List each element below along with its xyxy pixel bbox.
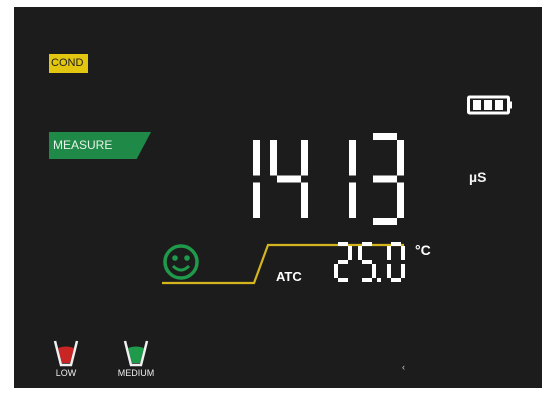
temperature-display <box>334 242 405 282</box>
meter-display: COND MEASURE µS ATC °C LOW MEDIUM ‹ <box>14 7 542 388</box>
beaker-low-icon <box>53 340 79 367</box>
mode-badge: COND <box>49 54 88 73</box>
digit-3 <box>373 133 404 225</box>
digit-1 <box>349 140 356 218</box>
digit-2 <box>334 242 352 282</box>
main-reading-display <box>253 133 404 225</box>
reading-unit: µS <box>469 169 487 185</box>
digit-5 <box>358 242 376 282</box>
measure-status-tag: MEASURE <box>49 132 151 159</box>
temperature-unit: °C <box>415 242 431 258</box>
beaker-medium-icon <box>123 340 149 367</box>
beaker-medium-label: MEDIUM <box>117 368 155 378</box>
digit-4 <box>270 140 308 218</box>
decimal-point <box>377 278 381 282</box>
beaker-low-label: LOW <box>55 368 77 378</box>
digit-0 <box>387 242 405 282</box>
battery-icon <box>467 95 512 115</box>
digit-1 <box>253 140 260 218</box>
atc-label: ATC <box>276 269 302 284</box>
indicator-mark: ‹ <box>402 362 405 372</box>
